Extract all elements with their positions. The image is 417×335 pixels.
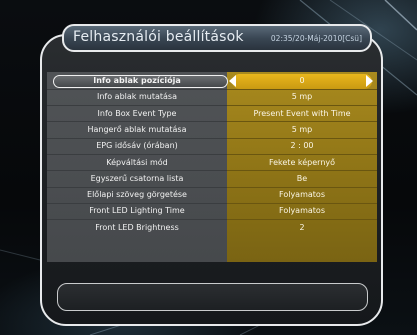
datetime-display: 02:35/20-Máj-2010[Csü] [270,34,362,43]
setting-label: Info ablak pozíciója [93,76,181,85]
row-divider [47,202,227,204]
settings-row[interactable]: Képváltási mód Fekete képernyő [47,155,377,171]
settings-row[interactable]: Front LED Lighting Time Folyamatos [47,203,377,219]
setting-value[interactable]: Fekete képernyő [227,155,377,171]
settings-row[interactable]: EPG idősáv (órában) 2 : 00 [47,138,377,154]
setting-label: Front LED Brightness [95,222,179,232]
settings-row[interactable]: Front LED Brightness 2 [47,220,377,236]
setting-label: Képváltási mód [106,157,168,167]
setting-label: Hangerő ablak mutatása [87,124,187,134]
row-divider [47,154,227,155]
setting-value[interactable]: Present Event with Time [227,106,377,122]
row-divider [227,137,377,139]
row-divider [227,121,377,123]
setting-value[interactable]: 5 mp [227,89,377,105]
setting-value[interactable]: 0 [227,73,377,89]
setting-value[interactable]: 5 mp [227,122,377,138]
settings-row[interactable]: Info ablak mutatása 5 mp [47,89,377,105]
row-divider [47,88,227,90]
settings-row[interactable]: Egyszerű csatorna lista Be [47,171,377,187]
setting-label: Info Box Event Type [97,108,177,118]
settings-row[interactable]: Info ablak pozíciója 0 [47,73,377,89]
setting-value[interactable]: Be [227,171,377,187]
row-divider [227,219,377,221]
setting-label: Egyszerű csatorna lista [90,173,184,183]
row-divider [47,105,227,107]
setting-label: Info ablak mutatása [97,92,177,102]
row-divider [227,154,377,155]
row-divider [47,121,227,123]
row-divider [47,186,227,188]
setting-value[interactable]: Folyamatos [227,203,377,219]
row-divider [227,202,377,204]
row-divider [227,88,377,90]
row-divider [227,105,377,107]
title-bar: Felhasználói beállítások 02:35/20-Máj-20… [62,24,372,52]
row-divider [47,170,227,172]
page-title: Felhasználói beállítások [73,29,244,45]
setting-value[interactable]: Folyamatos [227,187,377,203]
settings-row[interactable]: Info Box Event Type Present Event with Ti… [47,106,377,122]
row-divider [47,219,227,221]
row-divider [227,170,377,172]
row-divider [47,137,227,139]
help-info-box [57,283,368,311]
settings-row[interactable]: Hangerő ablak mutatása 5 mp [47,122,377,138]
settings-row[interactable]: Előlapi szöveg görgetése Folyamatos [47,187,377,203]
setting-value[interactable]: 2 [227,220,377,236]
setting-value[interactable]: 2 : 00 [227,138,377,154]
setting-label: Előlapi szöveg görgetése [87,190,187,200]
row-divider [227,186,377,188]
setting-label: EPG idősáv (órában) [96,141,178,151]
setting-label: Front LED Lighting Time [89,206,185,216]
